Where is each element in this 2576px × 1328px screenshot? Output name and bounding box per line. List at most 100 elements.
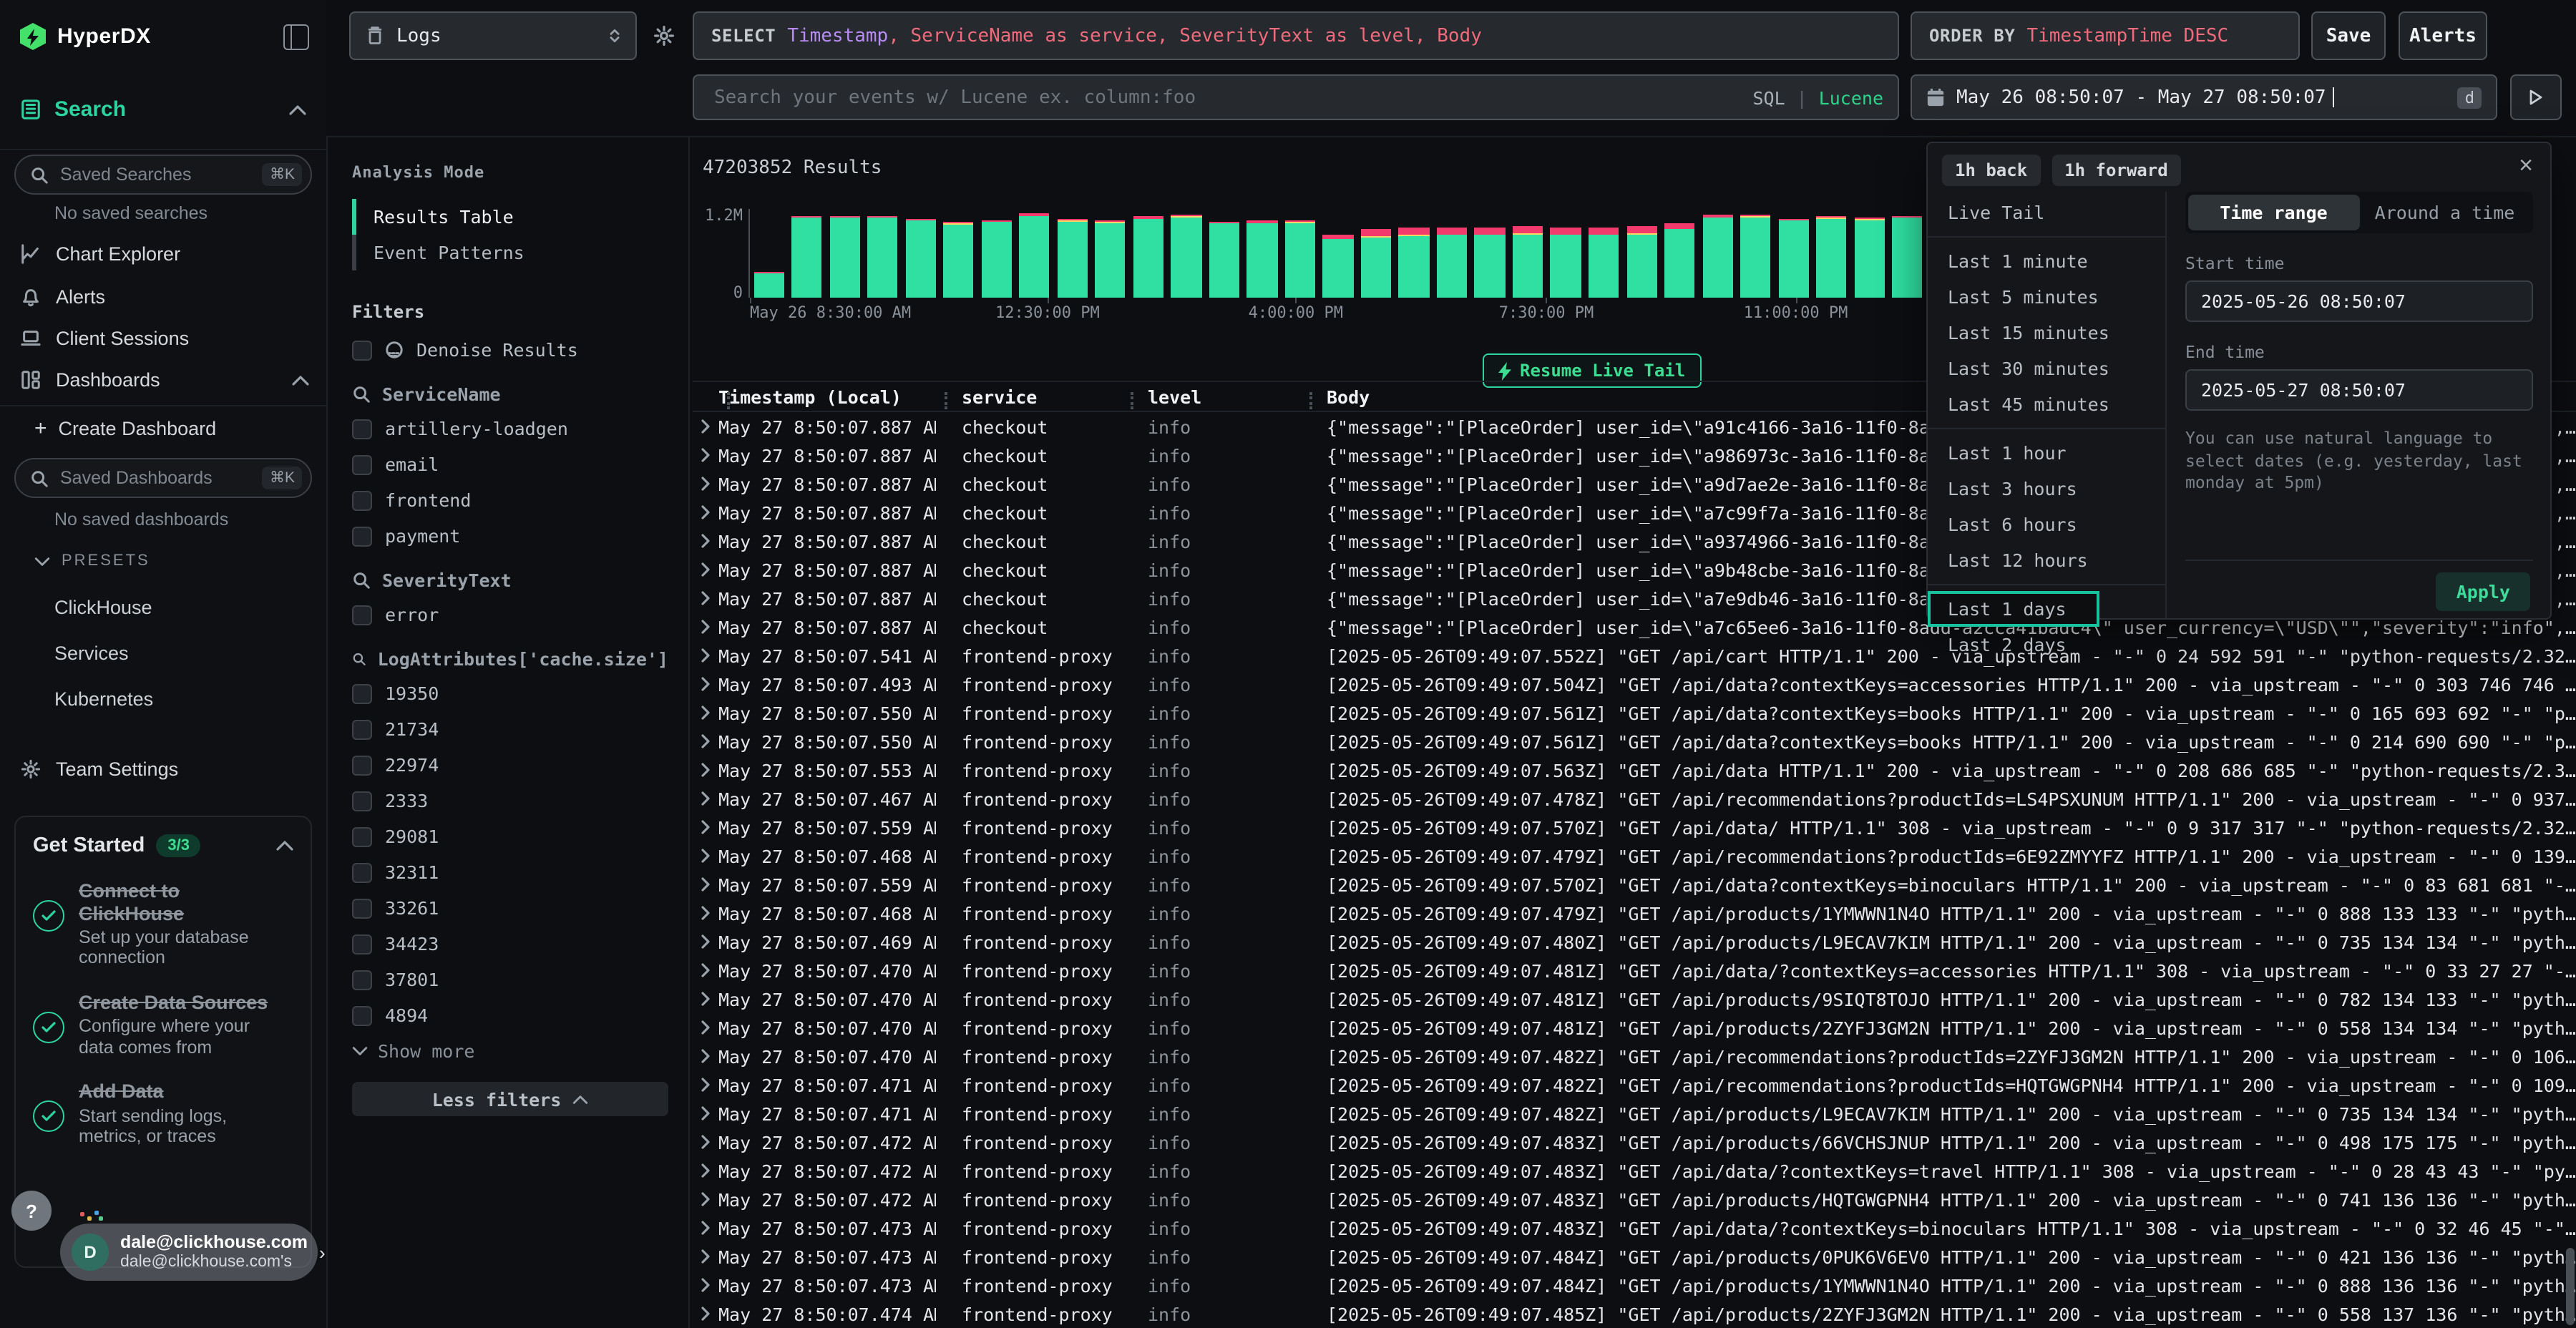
filter-option[interactable]: 2333 [352,790,668,811]
time-preset-option[interactable]: Last 1 minute [1928,243,2165,279]
start-time-field[interactable] [2185,280,2533,322]
scrollbar-thumb[interactable] [2566,1248,2575,1325]
expand-row-icon[interactable] [693,477,718,491]
histogram-bar[interactable] [753,272,784,298]
expand-row-icon[interactable] [693,1278,718,1292]
apply-button[interactable]: Apply [2436,572,2530,611]
filter-option[interactable]: 4894 [352,1005,668,1026]
expand-row-icon[interactable] [693,963,718,977]
log-row[interactable]: May 27 8:50:07.470 AM frontend-proxy inf… [693,1013,2576,1042]
event-search-field[interactable] [711,85,1752,109]
expand-row-icon[interactable] [693,591,718,605]
histogram-bar[interactable] [1058,219,1088,298]
time-preset-option[interactable]: Last 5 minutes [1928,279,2165,315]
checkbox[interactable] [352,340,372,360]
histogram-bar[interactable] [1702,215,1732,298]
histogram-bar[interactable] [791,215,821,298]
expand-row-icon[interactable] [693,419,718,434]
chevron-up-icon[interactable] [289,104,306,115]
expand-row-icon[interactable] [693,505,718,519]
log-row[interactable]: May 27 8:50:07.472 AM frontend-proxy inf… [693,1185,2576,1214]
histogram-bar[interactable] [1285,220,1315,298]
time-preset-option[interactable]: Last 45 minutes [1928,386,2165,422]
chevron-up-icon[interactable] [276,840,293,851]
select-clause-input[interactable]: SELECT Timestamp, ServiceName as service… [693,11,1899,60]
event-search-input[interactable]: SQL | Lucene [693,74,1899,120]
histogram-bar[interactable] [905,219,935,298]
checkbox[interactable] [352,490,372,510]
histogram-bar[interactable] [1171,214,1201,298]
histogram-bar[interactable] [867,216,897,298]
histogram-bar[interactable] [1513,226,1543,298]
checkbox[interactable] [352,605,372,625]
end-time-field[interactable] [2185,369,2533,411]
histogram-bar[interactable] [1551,228,1581,298]
sidebar-item-alerts[interactable]: Alerts [20,286,309,308]
expand-row-icon[interactable] [693,1020,718,1035]
checkbox[interactable] [352,970,372,990]
filter-option[interactable]: 34423 [352,933,668,954]
checkbox[interactable] [352,755,372,775]
expand-row-icon[interactable] [693,1135,718,1149]
filter-option[interactable]: payment [352,525,668,547]
time-preset-option[interactable]: Last 15 minutes [1928,315,2165,351]
histogram-bar[interactable] [943,223,973,298]
mode-results-table[interactable]: Results Table [352,199,668,235]
checkbox[interactable] [352,826,372,846]
log-row[interactable]: May 27 8:50:07.473 AM frontend-proxy inf… [693,1214,2576,1242]
log-row[interactable]: May 27 8:50:07.472 AM frontend-proxy inf… [693,1156,2576,1185]
log-row[interactable]: May 27 8:50:07.550 AM frontend-proxy inf… [693,698,2576,727]
filter-option[interactable]: 29081 [352,826,668,847]
less-filters-button[interactable]: Less filters [352,1082,668,1116]
expand-row-icon[interactable] [693,706,718,720]
close-icon[interactable]: × [2519,152,2533,180]
expand-row-icon[interactable] [693,734,718,748]
histogram-bar[interactable] [1664,223,1694,298]
expand-row-icon[interactable] [693,448,718,462]
expand-row-icon[interactable] [693,648,718,663]
log-row[interactable]: May 27 8:50:07.471 AM frontend-proxy inf… [693,1070,2576,1099]
filter-option[interactable]: 33261 [352,897,668,919]
shift-1h-forward-button[interactable]: 1h forward [2051,155,2181,186]
filter-option[interactable]: email [352,454,668,475]
histogram-bar[interactable] [1437,228,1467,298]
source-select[interactable]: Logs [349,11,637,60]
search-icon[interactable] [352,571,371,590]
sidebar-item-dashboards[interactable]: Dashboards [20,369,309,391]
checkbox[interactable] [352,791,372,811]
time-preset-option[interactable]: Last 1 days [1928,591,2099,627]
filter-option[interactable]: frontend [352,489,668,511]
histogram-bar[interactable] [1096,220,1126,298]
log-row[interactable]: May 27 8:50:07.559 AM frontend-proxy inf… [693,870,2576,899]
log-row[interactable]: May 27 8:50:07.474 AM frontend-proxy inf… [693,1299,2576,1328]
get-started-item[interactable]: Create Data Sources Configure where your… [33,992,293,1058]
log-row[interactable]: May 27 8:50:07.473 AM frontend-proxy inf… [693,1242,2576,1271]
sidebar-item-team-settings[interactable]: Team Settings [20,758,309,780]
histogram-bar[interactable] [1589,228,1619,298]
expand-row-icon[interactable] [693,677,718,691]
checkbox[interactable] [352,719,372,739]
filter-option[interactable]: 22974 [352,754,668,776]
expand-row-icon[interactable] [693,763,718,777]
checkbox[interactable] [352,1005,372,1025]
histogram-bar[interactable] [1854,218,1884,298]
filter-option[interactable]: 21734 [352,718,668,740]
log-row[interactable]: May 27 8:50:07.559 AM frontend-proxy inf… [693,813,2576,841]
checkbox[interactable] [352,419,372,439]
expand-row-icon[interactable] [693,1106,718,1120]
lang-toggle-lucene[interactable]: Lucene [1819,87,1883,108]
expand-row-icon[interactable] [693,1163,718,1178]
saved-searches-field[interactable] [57,163,254,186]
checkbox[interactable] [352,454,372,474]
expand-row-icon[interactable] [693,791,718,806]
mode-event-patterns[interactable]: Event Patterns [352,235,668,270]
log-row[interactable]: May 27 8:50:07.493 AM frontend-proxy inf… [693,670,2576,698]
histogram-bar[interactable] [1323,234,1353,298]
get-started-item[interactable]: Add Data Start sending logs, metrics, or… [33,1080,293,1147]
checkbox[interactable] [352,934,372,954]
histogram-bar[interactable] [1399,228,1429,298]
log-row[interactable]: May 27 8:50:07.472 AM frontend-proxy inf… [693,1128,2576,1156]
help-button[interactable]: ? [11,1191,52,1231]
expand-row-icon[interactable] [693,820,718,834]
column-header-timestamp[interactable]: Timestamp (Local) [718,386,936,407]
